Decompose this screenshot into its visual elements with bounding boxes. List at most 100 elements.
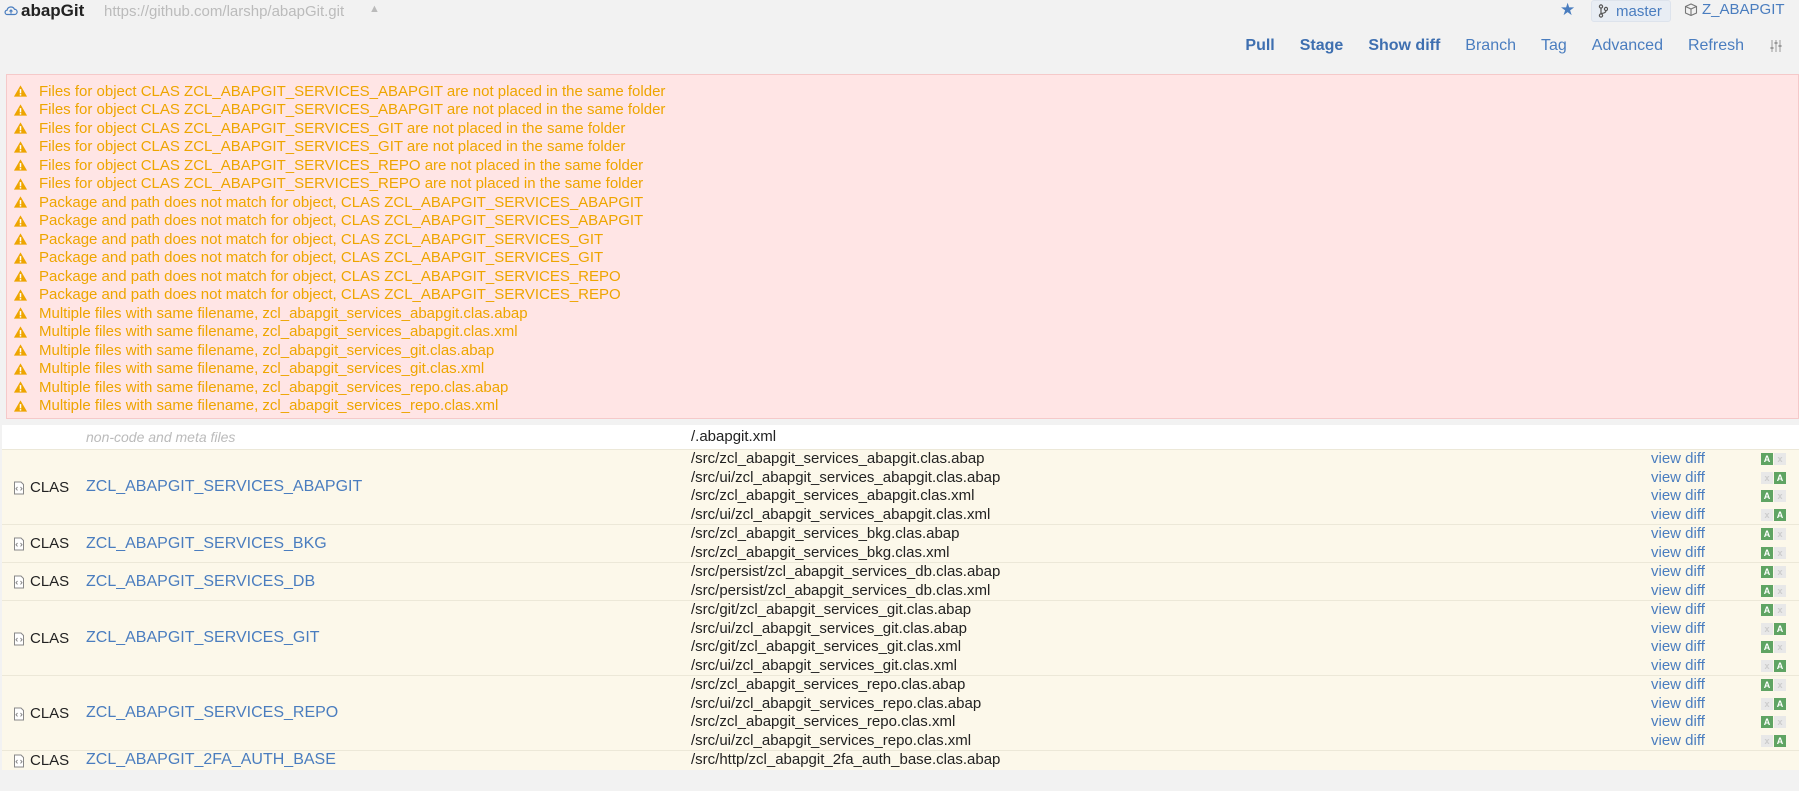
warning-message: Multiple files with same filename, zcl_a… xyxy=(13,397,1798,416)
warning-text: Multiple files with same filename, zcl_a… xyxy=(39,341,495,359)
file-path: /src/zcl_abapgit_services_repo.clas.abap xyxy=(691,676,966,693)
state-badge: A xyxy=(1761,604,1773,617)
stage-button[interactable]: Stage xyxy=(1300,37,1344,55)
object-actions-cell: view diff view diff view diff view diff xyxy=(1651,675,1761,751)
object-actions-cell: view diff view diff view diff view diff xyxy=(1651,600,1761,676)
package-indicator[interactable]: Z_ABAPGIT xyxy=(1684,1,1785,18)
code-file-icon xyxy=(14,707,24,721)
state-badge: x xyxy=(1774,528,1786,541)
table-row: CLAS ZCL_ABAPGIT_SERVICES_DB/src/persist/… xyxy=(2,562,1799,601)
view-diff-link[interactable]: view diff xyxy=(1651,601,1761,620)
pull-button[interactable]: Pull xyxy=(1245,37,1274,55)
object-name-link[interactable]: ZCL_ABAPGIT_SERVICES_BKG xyxy=(86,535,327,552)
view-diff-link[interactable]: view diff xyxy=(1651,638,1761,657)
state-badge: x xyxy=(1774,584,1786,597)
advanced-menu[interactable]: Advanced xyxy=(1592,37,1663,55)
warning-message: Package and path does not match for obje… xyxy=(13,249,1798,268)
file-path: /src/http/zcl_abapgit_2fa_auth_base.clas… xyxy=(691,751,1001,768)
table-row: CLAS ZCL_ABAPGIT_2FA_AUTH_BASE/src/http/z… xyxy=(2,750,1799,770)
tag-menu[interactable]: Tag xyxy=(1541,37,1567,55)
warning-icon xyxy=(13,307,28,319)
show-diff-button[interactable]: Show diff xyxy=(1368,37,1440,55)
file-path: /src/zcl_abapgit_services_bkg.clas.abap xyxy=(691,525,960,542)
file-state: Ax xyxy=(1761,676,1799,695)
warning-message: Files for object CLAS ZCL_ABAPGIT_SERVIC… xyxy=(13,138,1798,157)
row-type-cell xyxy=(30,425,86,450)
state-badge: x xyxy=(1761,734,1773,747)
file-path: /src/ui/zcl_abapgit_services_abapgit.cla… xyxy=(691,468,1001,486)
warning-message: Multiple files with same filename, zcl_a… xyxy=(13,323,1798,342)
state-badge: x xyxy=(1774,453,1786,466)
object-actions-cell: view diff view diff view diff view diff xyxy=(1651,449,1761,525)
refresh-button[interactable]: Refresh xyxy=(1688,37,1744,55)
object-name-link[interactable]: ZCL_ABAPGIT_SERVICES_DB xyxy=(86,573,315,590)
row-icon-cell xyxy=(2,750,30,770)
view-diff-link[interactable]: view diff xyxy=(1651,732,1761,751)
state-badge: A xyxy=(1761,641,1773,654)
object-type: CLAS xyxy=(30,675,86,751)
file-state: Ax xyxy=(1761,601,1799,620)
view-diff-link[interactable]: view diff xyxy=(1651,713,1761,732)
warning-text: Package and path does not match for obje… xyxy=(39,286,621,304)
warning-message: Files for object CLAS ZCL_ABAPGIT_SERVIC… xyxy=(13,119,1798,138)
view-diff-link[interactable]: view diff xyxy=(1651,506,1761,525)
file-state: Ax xyxy=(1761,638,1799,657)
meta-file-cell: /.abapgit.xml xyxy=(691,425,1651,450)
branch-menu[interactable]: Branch xyxy=(1465,37,1516,55)
state-badge: A xyxy=(1761,546,1773,559)
warning-icon xyxy=(13,178,28,190)
header-bar: abapGit https://github.com/larshp/abapGi… xyxy=(0,0,1799,24)
view-diff-link[interactable]: view diff xyxy=(1651,657,1761,676)
file-path: /src/ui/zcl_abapgit_services_abapgit.cla… xyxy=(691,505,991,523)
warning-text: Files for object CLAS ZCL_ABAPGIT_SERVIC… xyxy=(39,119,626,137)
view-diff-link[interactable]: view diff xyxy=(1651,582,1761,601)
warning-message: Package and path does not match for obje… xyxy=(13,212,1798,231)
object-name-link[interactable]: ZCL_ABAPGIT_SERVICES_GIT xyxy=(86,629,320,646)
view-diff-link[interactable]: view diff xyxy=(1651,544,1761,563)
view-diff-link[interactable]: view diff xyxy=(1651,620,1761,639)
view-diff-link[interactable]: view diff xyxy=(1651,695,1761,714)
app-logo[interactable]: abapGit xyxy=(4,1,84,21)
state-badge: x xyxy=(1774,546,1786,559)
view-diff-link[interactable]: view diff xyxy=(1651,469,1761,488)
file-state: xA xyxy=(1761,732,1799,751)
file-state: xA xyxy=(1761,506,1799,525)
view-diff-link[interactable]: view diff xyxy=(1651,563,1761,582)
branch-name: master xyxy=(1616,2,1662,20)
branch-indicator[interactable]: master xyxy=(1591,0,1671,22)
warning-icon xyxy=(13,215,28,227)
view-diff-link[interactable]: view diff xyxy=(1651,676,1761,695)
file-path: /src/zcl_abapgit_services_abapgit.clas.a… xyxy=(691,450,985,467)
view-diff-link[interactable]: view diff xyxy=(1651,525,1761,544)
warning-text: Package and path does not match for obje… xyxy=(39,230,604,248)
object-name-link[interactable]: ZCL_ABAPGIT_2FA_AUTH_BASE xyxy=(86,751,336,768)
object-name-link[interactable]: ZCL_ABAPGIT_SERVICES_REPO xyxy=(86,704,338,721)
star-icon[interactable]: ★ xyxy=(1560,0,1575,20)
object-files-cell: /src/zcl_abapgit_services_bkg.clas.abap /… xyxy=(691,524,1651,563)
object-files-cell: /src/git/zcl_abapgit_services_git.clas.a… xyxy=(691,600,1651,676)
warning-icon xyxy=(13,326,28,338)
file-state: xA xyxy=(1761,695,1799,714)
row-icon-cell xyxy=(2,524,30,563)
state-badge: x xyxy=(1774,641,1786,654)
state-badge: A xyxy=(1761,716,1773,729)
warning-icon xyxy=(13,196,28,208)
view-diff-link[interactable]: view diff xyxy=(1651,450,1761,469)
warning-message: Multiple files with same filename, zcl_a… xyxy=(13,360,1798,379)
object-state-cell: AxAx xyxy=(1761,524,1799,563)
repo-toolbar: Pull Stage Show diff Branch Tag Advanced… xyxy=(1245,37,1799,55)
warning-text: Files for object CLAS ZCL_ABAPGIT_SERVIC… xyxy=(39,101,666,119)
state-badge: x xyxy=(1761,471,1773,484)
warning-text: Multiple files with same filename, zcl_a… xyxy=(39,323,518,341)
object-name-cell: ZCL_ABAPGIT_2FA_AUTH_BASE xyxy=(86,750,691,770)
object-files-cell: /src/persist/zcl_abapgit_services_db.cla… xyxy=(691,562,1651,601)
view-diff-link[interactable]: view diff xyxy=(1651,487,1761,506)
object-name-link[interactable]: ZCL_ABAPGIT_SERVICES_ABAPGIT xyxy=(86,478,362,495)
warning-text: Multiple files with same filename, zcl_a… xyxy=(39,378,509,396)
settings-sliders-icon[interactable] xyxy=(1769,39,1783,53)
object-state-cell: AxxAAxxA xyxy=(1761,449,1799,525)
repo-url[interactable]: https://github.com/larshp/abapGit.git xyxy=(104,3,344,20)
upload-arrow-icon[interactable]: ▲ xyxy=(369,3,380,15)
file-path: /src/git/zcl_abapgit_services_git.clas.a… xyxy=(691,601,972,618)
warning-message: Multiple files with same filename, zcl_a… xyxy=(13,341,1798,360)
